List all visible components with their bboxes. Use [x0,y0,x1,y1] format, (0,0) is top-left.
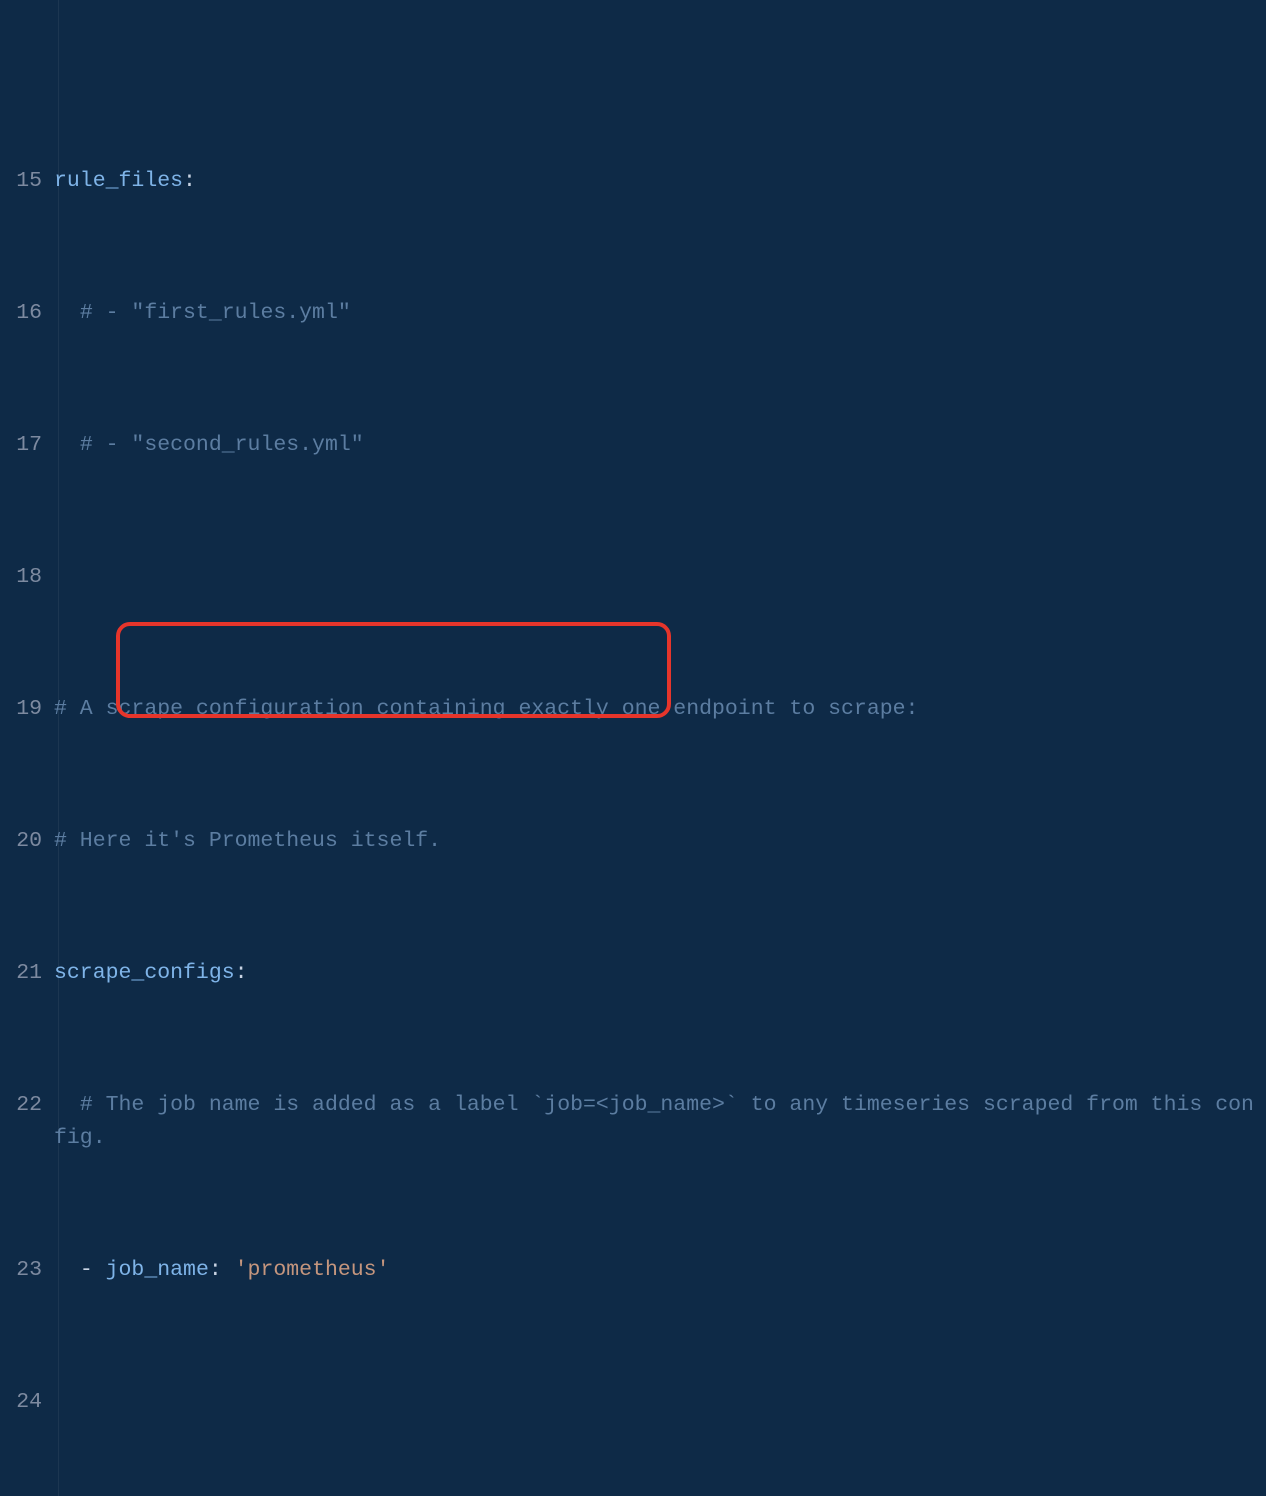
code-content[interactable]: # The job name is added as a label `job=… [54,1089,1266,1155]
code-content[interactable] [54,561,1266,594]
code-content[interactable]: # A scrape configuration containing exac… [54,693,1266,726]
line-number: 20 [4,825,54,858]
code-line[interactable]: 22 # The job name is added as a label `j… [0,1089,1266,1155]
line-number: 21 [4,957,54,990]
code-content[interactable]: # - "second_rules.yml" [54,429,1266,462]
code-content[interactable]: # - "first_rules.yml" [54,297,1266,330]
code-line[interactable]: 23 - job_name: 'prometheus' [0,1254,1266,1287]
code-editor[interactable]: 15 rule_files: 16 # - "first_rules.yml" … [0,0,1266,1496]
code-content[interactable]: # Here it's Prometheus itself. [54,825,1266,858]
line-number: 19 [4,693,54,726]
code-line[interactable]: 21 scrape_configs: [0,957,1266,990]
line-number: 23 [4,1254,54,1287]
line-number: 24 [4,1386,54,1419]
line-number: 22 [4,1089,54,1122]
code-line[interactable]: 17 # - "second_rules.yml" [0,429,1266,462]
code-line[interactable]: 19 # A scrape configuration containing e… [0,693,1266,726]
code-content[interactable]: - job_name: 'prometheus' [54,1254,1266,1287]
line-number: 15 [4,165,54,198]
code-line[interactable]: 24 [0,1386,1266,1419]
code-content[interactable]: scrape_configs: [54,957,1266,990]
code-content[interactable] [54,1386,1266,1419]
code-line[interactable]: 20 # Here it's Prometheus itself. [0,825,1266,858]
line-number: 18 [4,561,54,594]
line-number: 17 [4,429,54,462]
code-line[interactable]: 18 [0,561,1266,594]
code-line[interactable]: 15 rule_files: [0,165,1266,198]
line-number: 16 [4,297,54,330]
code-line[interactable]: 16 # - "first_rules.yml" [0,297,1266,330]
code-content[interactable]: rule_files: [54,165,1266,198]
